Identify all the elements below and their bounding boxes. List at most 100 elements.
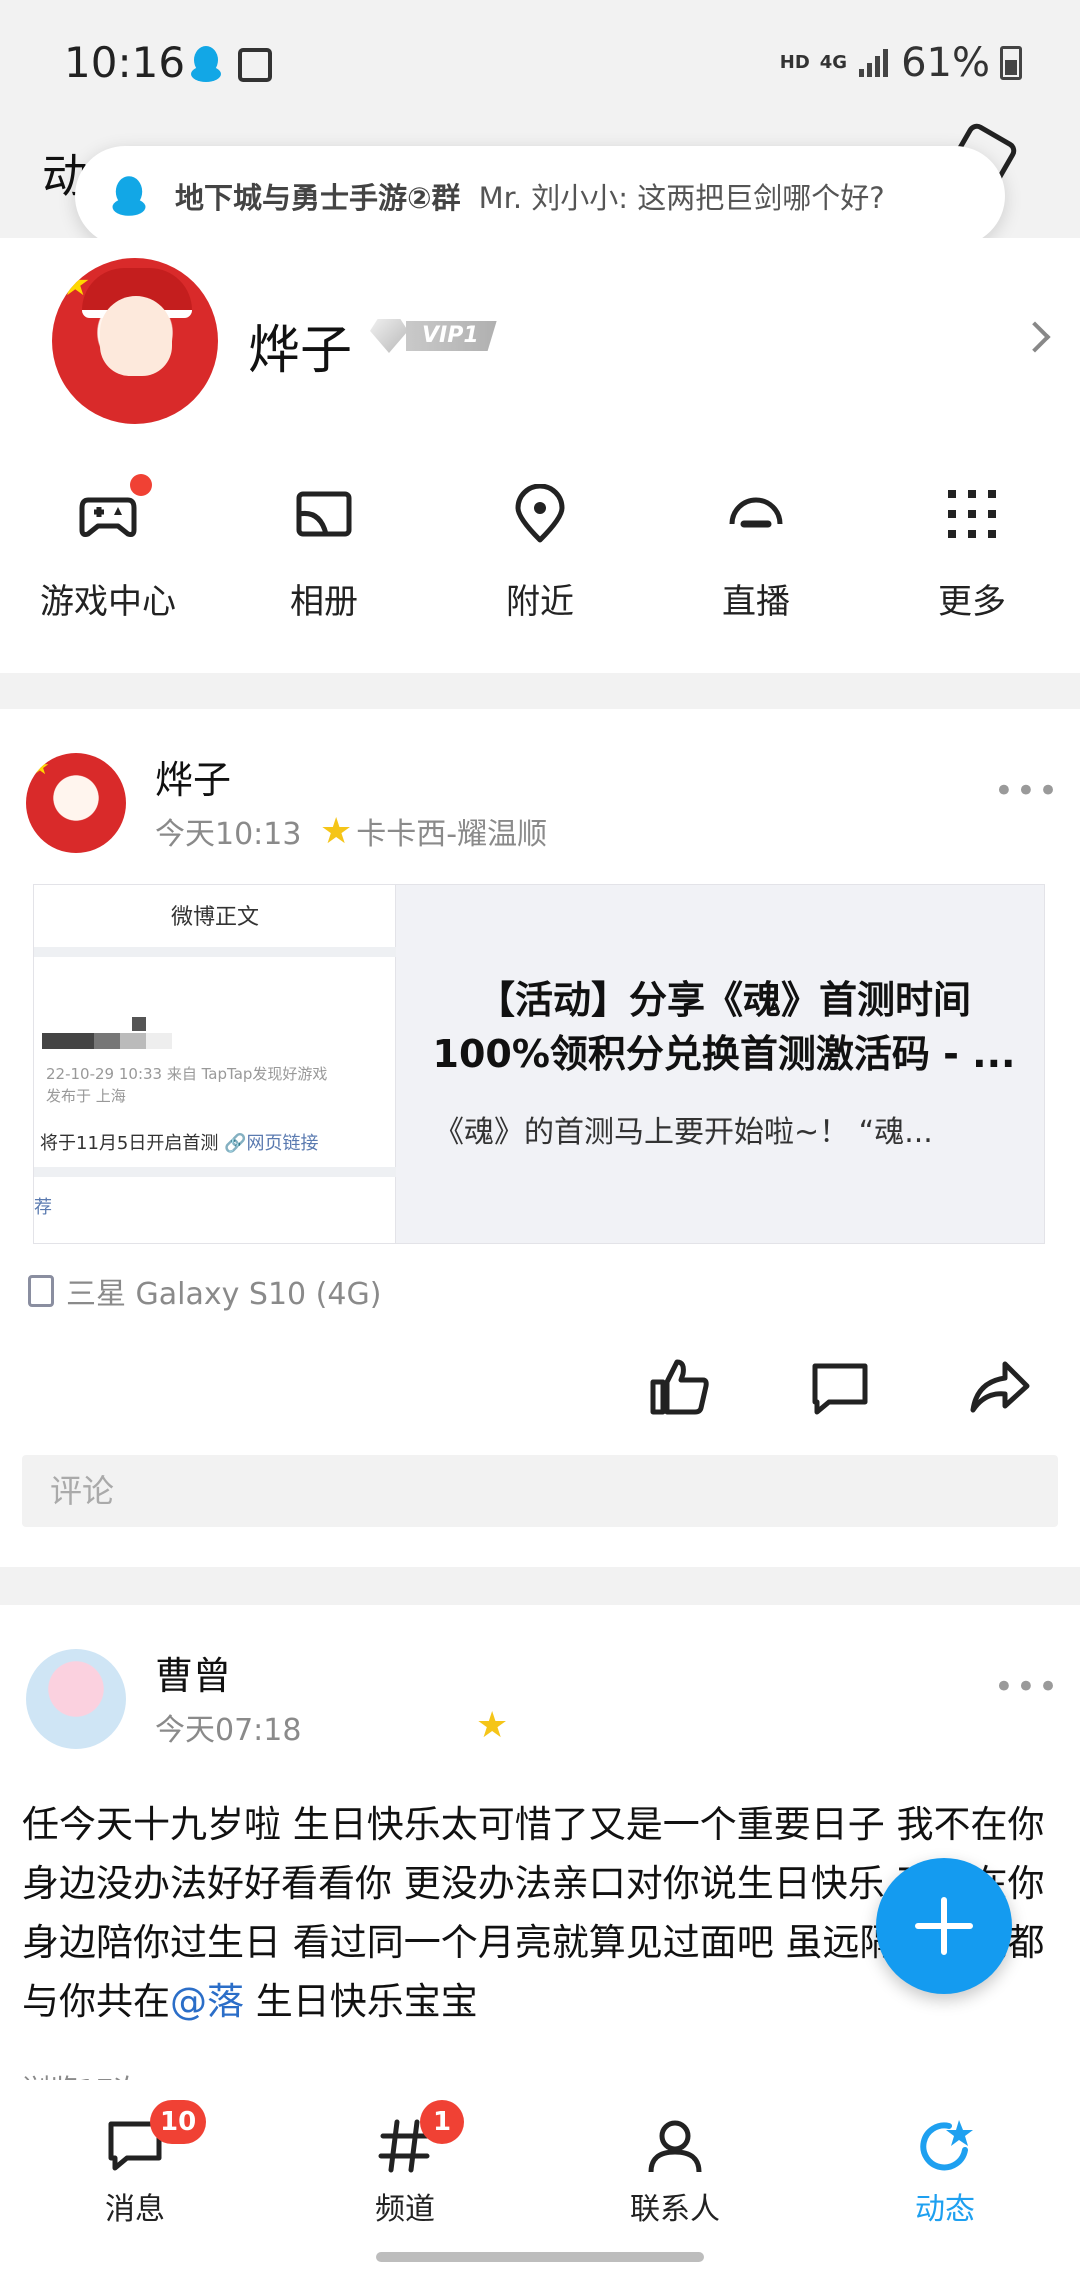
- refresh-star-icon: [920, 2120, 973, 2171]
- shared-link-card[interactable]: 微博正文 22-10-29 10:33 来自 TapTap发现好游戏 发布于 上…: [33, 884, 1045, 1244]
- chevron-right-icon[interactable]: [1019, 321, 1051, 353]
- thumbnail-text: 将于11月5日开启首测 🔗网页链接: [40, 1129, 319, 1155]
- star-icon: ★: [60, 264, 91, 304]
- network-indicator: 4G: [819, 52, 848, 73]
- profile-name[interactable]: 烨子: [248, 308, 352, 383]
- shared-link-description: 《魂》的首测马上要开始啦~！ “魂...: [434, 1115, 933, 1150]
- thumbnail-divider: [34, 947, 396, 957]
- vip-label: VIP1: [406, 321, 497, 351]
- star-icon[interactable]: ★: [476, 1705, 508, 1746]
- location-icon: [510, 483, 570, 544]
- quick-action-label: 相册: [290, 582, 358, 622]
- notification-group-name: 地下城与勇士手游②群: [175, 181, 461, 215]
- more-options-icon[interactable]: •••: [994, 1667, 1060, 1707]
- thumbnail-pixel-block: [132, 1017, 146, 1031]
- qq-penguin-icon: [191, 46, 221, 82]
- signal-icon: [859, 49, 889, 77]
- feed-post: 曹曾 今天07:18 ★ ••• 任今天十九岁啦 生日快乐太可惜了又是一个重要日…: [0, 1605, 1080, 2106]
- vip-badge[interactable]: VIP1: [370, 316, 518, 356]
- gallery-notification-icon: [238, 48, 272, 82]
- comment-icon: [812, 1363, 868, 1415]
- unread-badge: 10: [150, 2100, 207, 2144]
- star-icon: ★: [320, 810, 353, 852]
- bottom-nav: 10 消息 1 频道 联系人 动态: [0, 2080, 1080, 2280]
- notification-message: Mr. 刘小小: 这两把巨剑哪个好?: [478, 181, 885, 215]
- thumbnail-date: 22-10-29 10:33 来自 TapTap发现好游戏: [46, 1065, 328, 1083]
- device-label: 三星 Galaxy S10 (4G): [66, 1277, 382, 1312]
- tab-label: 频道: [375, 2192, 435, 2227]
- plus-icon: [915, 1897, 973, 1955]
- comment-button[interactable]: [805, 1352, 875, 1422]
- quick-action-more[interactable]: 更多: [864, 478, 1080, 648]
- more-options-icon[interactable]: •••: [994, 771, 1060, 811]
- link-thumbnail: 微博正文 22-10-29 10:33 来自 TapTap发现好游戏 发布于 上…: [34, 885, 396, 1243]
- quick-action-live[interactable]: 直播: [648, 478, 864, 648]
- battery-icon: [1000, 46, 1022, 80]
- unread-badge: 1: [420, 2100, 464, 2144]
- grid-icon: [942, 484, 1002, 544]
- star-icon: ★: [30, 755, 50, 780]
- quick-action-label: 游戏中心: [40, 582, 176, 622]
- feed-post: ★ 烨子 今天10:13 ★ 卡卡西-耀温顺 ••• 微博正文 22-10-29…: [0, 709, 1080, 1567]
- share-icon: [970, 1361, 1030, 1413]
- person-icon: [648, 2120, 702, 2173]
- tab-messages[interactable]: 10 消息: [0, 2080, 270, 2280]
- thumbs-up-icon: [650, 1359, 709, 1415]
- share-button[interactable]: [965, 1352, 1035, 1422]
- live-icon: [726, 484, 786, 544]
- quick-action-game-center[interactable]: 游戏中心: [0, 474, 216, 648]
- avatar[interactable]: ★: [26, 753, 126, 853]
- compose-fab-button[interactable]: [876, 1858, 1012, 1994]
- thumbnail-divider: [34, 1167, 396, 1177]
- post-actions: [600, 1347, 1080, 1427]
- avatar-face: [100, 296, 172, 376]
- thumbnail-location: 发布于 上海: [46, 1087, 126, 1105]
- tab-contacts[interactable]: 联系人: [540, 2080, 810, 2280]
- qq-penguin-icon: [112, 176, 146, 216]
- quick-actions: 游戏中心 相册 附近 直播 更多: [0, 474, 1080, 648]
- post-badge-label: 卡卡西-耀温顺: [356, 817, 548, 852]
- home-indicator[interactable]: [376, 2252, 704, 2262]
- quick-action-album[interactable]: 相册: [216, 478, 432, 648]
- profile-card: ★ 烨子 VIP1 游戏中心 相册 附近 直播 更多: [0, 238, 1080, 673]
- album-icon: [294, 484, 354, 544]
- post-badge[interactable]: ★ 卡卡西-耀温顺: [320, 809, 547, 853]
- gamepad-icon: [78, 474, 152, 544]
- tab-channels[interactable]: 1 频道: [270, 2080, 540, 2280]
- hd-indicator: HD: [779, 52, 810, 73]
- avatar[interactable]: ★: [52, 258, 218, 424]
- post-time: 今天07:18: [155, 1713, 302, 1748]
- tab-label: 联系人: [630, 2192, 720, 2227]
- diamond-icon: [370, 319, 408, 353]
- mention-link[interactable]: @落: [170, 1980, 244, 2023]
- device-info: 三星 Galaxy S10 (4G): [28, 1269, 381, 1313]
- avatar[interactable]: [26, 1649, 126, 1749]
- thumbnail-link: 🔗网页链接: [224, 1133, 319, 1154]
- tab-label: 消息: [105, 2192, 165, 2227]
- post-author[interactable]: 烨子: [155, 749, 231, 804]
- shared-link-title: 【活动】分享《魂》首测时间100%领积分兑换首测激活码 - ...: [432, 978, 1016, 1076]
- comment-input[interactable]: 评论: [22, 1455, 1058, 1527]
- status-right: HD 4G 61%: [780, 40, 1022, 86]
- status-time: 10:16: [64, 38, 186, 87]
- notification-dot: [130, 474, 152, 496]
- post-time: 今天10:13: [155, 817, 302, 852]
- battery-percent: 61%: [901, 40, 990, 86]
- quick-action-nearby[interactable]: 附近: [432, 478, 648, 648]
- status-bar: 10:16 HD 4G 61%: [0, 0, 1080, 130]
- thumbnail-text-main: 将于11月5日开启首测: [40, 1133, 219, 1154]
- quick-action-label: 更多: [938, 582, 1006, 622]
- thumbnail-redacted-text: [42, 1033, 172, 1049]
- thumbnail-rec: 荐: [34, 1197, 52, 1218]
- notification-banner[interactable]: 地下城与勇士手游②群 Mr. 刘小小: 这两把巨剑哪个好?: [75, 146, 1005, 246]
- like-button[interactable]: [645, 1352, 715, 1422]
- post-author[interactable]: 曹曾: [155, 1645, 231, 1700]
- post-text-tail: 生日快乐宝宝: [244, 1980, 478, 2023]
- phone-icon: [28, 1275, 54, 1307]
- tab-label: 动态: [915, 2192, 975, 2227]
- quick-action-label: 附近: [506, 582, 574, 622]
- tab-feed[interactable]: 动态: [810, 2080, 1080, 2280]
- quick-action-label: 直播: [722, 582, 790, 622]
- section-divider: [0, 673, 1080, 709]
- thumbnail-title: 微博正文: [170, 905, 259, 930]
